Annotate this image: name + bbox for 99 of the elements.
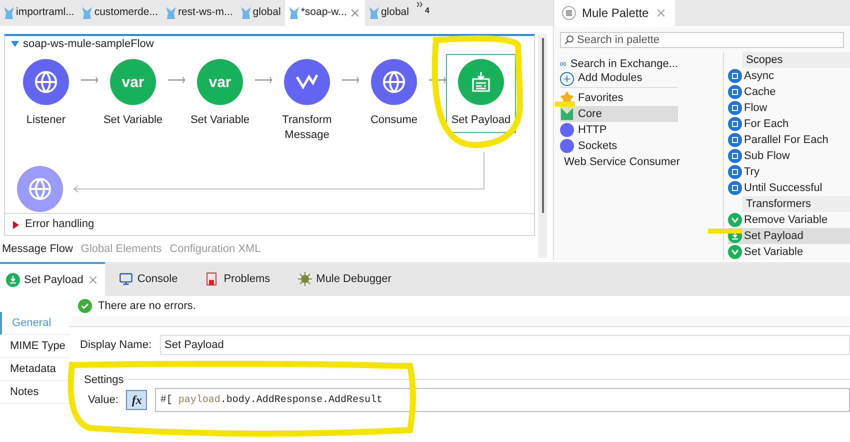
- variable-icon: [728, 213, 742, 227]
- scope-icon: [728, 101, 742, 115]
- editor-tab[interactable]: global: [364, 0, 413, 26]
- error-handling-label[interactable]: Error handling: [25, 216, 94, 233]
- core-icon: [560, 107, 574, 121]
- download-icon: [6, 273, 20, 287]
- flow-node[interactable]: Listener: [11, 54, 81, 133]
- palette-tab[interactable]: Mule Palette: [554, 0, 675, 26]
- panel-tab[interactable]: Console: [113, 262, 184, 296]
- plus-icon: [560, 72, 574, 86]
- palette-section-header: Scopes: [742, 52, 850, 68]
- expand-triangle-icon[interactable]: [13, 220, 19, 228]
- editor-tab[interactable]: customerde...: [78, 0, 162, 26]
- close-icon[interactable]: [348, 7, 361, 19]
- palette-module[interactable]: HTTP: [560, 122, 678, 138]
- panel-tab[interactable]: Mule Debugger: [292, 262, 398, 296]
- flow-node[interactable]: var Set Variable: [185, 54, 255, 133]
- palette-search-field[interactable]: Search in palette: [560, 32, 844, 48]
- editor-tab[interactable]: *soap-w...: [284, 0, 365, 26]
- editor-tab[interactable]: global: [236, 0, 285, 26]
- menu-icon: [562, 6, 576, 20]
- palette-component[interactable]: Sub Flow: [728, 148, 850, 164]
- node-icon-text: var: [208, 74, 232, 90]
- expression-toggle[interactable]: fx: [126, 390, 148, 410]
- palette-component[interactable]: Flow: [728, 100, 850, 116]
- search-icon: [564, 35, 574, 45]
- palette-module[interactable]: Core: [560, 106, 678, 122]
- group-title: Settings: [82, 372, 126, 388]
- flask-icon: [288, 7, 299, 19]
- panel-tab[interactable]: Set Payload: [0, 262, 106, 296]
- flow-arrow: [81, 76, 98, 84]
- globe-icon: [28, 177, 52, 201]
- node-label: Transform Message: [281, 113, 333, 143]
- flow-node[interactable]: Set Payload: [446, 54, 516, 133]
- node-label: Set Payload: [451, 113, 511, 128]
- flask-icon: [4, 7, 14, 19]
- infinity-icon: [560, 59, 566, 69]
- monitor-icon: [119, 272, 134, 286]
- flow-node[interactable]: Consume: [359, 54, 429, 133]
- flask-icon: [82, 7, 92, 19]
- flow-arrow: [255, 76, 272, 84]
- flow-node[interactable]: Transform Message: [272, 54, 342, 148]
- display-name-field[interactable]: Set Payload: [160, 335, 850, 355]
- flask-icon: [166, 7, 176, 19]
- close-icon[interactable]: [654, 7, 667, 19]
- palette-component[interactable]: Cache: [728, 84, 850, 100]
- field-label: Value:: [88, 392, 118, 408]
- scope-icon: [728, 69, 742, 83]
- palette-section-header: Transformers: [742, 196, 850, 212]
- palette-component[interactable]: Set Payload: [728, 228, 850, 244]
- tab-overflow-count[interactable]: 4: [424, 5, 430, 17]
- node-icon-text: var: [122, 74, 144, 90]
- close-icon[interactable]: [87, 274, 100, 286]
- connector-icon: [560, 123, 574, 137]
- scope-icon: [728, 181, 742, 195]
- editor-tab[interactable]: rest-ws-m...: [162, 0, 237, 26]
- flow-node[interactable]: var Set Variable: [98, 54, 168, 133]
- chevrons-icon[interactable]: [416, 2, 423, 7]
- palette-component[interactable]: Parallel For Each: [728, 132, 850, 148]
- flask-icon: [368, 7, 379, 19]
- node-label: Consume: [370, 113, 418, 128]
- connector-icon: [560, 139, 574, 153]
- palette-module[interactable]: Sockets: [560, 138, 678, 154]
- palette-component[interactable]: Set Variable: [728, 244, 850, 260]
- scope-icon: [728, 117, 742, 131]
- scope-icon: [728, 165, 742, 179]
- node-label: Set Variable: [190, 113, 250, 128]
- bug-icon: [298, 272, 312, 286]
- palette-module[interactable]: Web Service Consumer: [560, 154, 678, 170]
- collapse-triangle-icon[interactable]: [11, 41, 19, 47]
- editor-tab[interactable]: importraml...: [0, 0, 78, 26]
- palette-component[interactable]: Async: [728, 68, 850, 84]
- scope-icon: [728, 85, 742, 99]
- flow-arrow: [342, 76, 359, 84]
- panel-tab[interactable]: Problems: [200, 262, 276, 296]
- check-mark-icon: [295, 73, 319, 91]
- globe-icon: [34, 70, 58, 94]
- scope-icon: [728, 149, 742, 163]
- node-label: Set Variable: [103, 113, 163, 128]
- expression-field[interactable]: #[ payload.body.AddResponse.AddResult: [155, 388, 850, 412]
- globe-icon: [382, 70, 406, 94]
- palette-module[interactable]: Add Modules: [560, 72, 678, 88]
- field-label: Display Name:: [80, 338, 152, 353]
- flask-icon: [240, 7, 251, 19]
- properties-nav-item[interactable]: Notes: [0, 381, 70, 404]
- palette-component[interactable]: Try: [728, 164, 850, 180]
- clipboard-icon: [470, 71, 492, 93]
- node-label: Listener: [26, 113, 66, 128]
- flow-arrow: [429, 76, 446, 84]
- palette-module[interactable]: Search in Exchange...: [560, 56, 678, 72]
- properties-nav-item[interactable]: Metadata: [0, 358, 70, 381]
- flow-title: soap-ws-mule-sampleFlow: [23, 36, 154, 52]
- palette-component[interactable]: Until Successful: [728, 180, 850, 196]
- palette-component[interactable]: For Each: [728, 116, 850, 132]
- scope-icon: [728, 133, 742, 147]
- palette-component[interactable]: Remove Variable: [728, 212, 850, 228]
- editor-view-tab[interactable]: Message Flow: [2, 240, 73, 258]
- flow-arrow: [168, 76, 185, 84]
- status-message: There are no errors.: [98, 298, 196, 314]
